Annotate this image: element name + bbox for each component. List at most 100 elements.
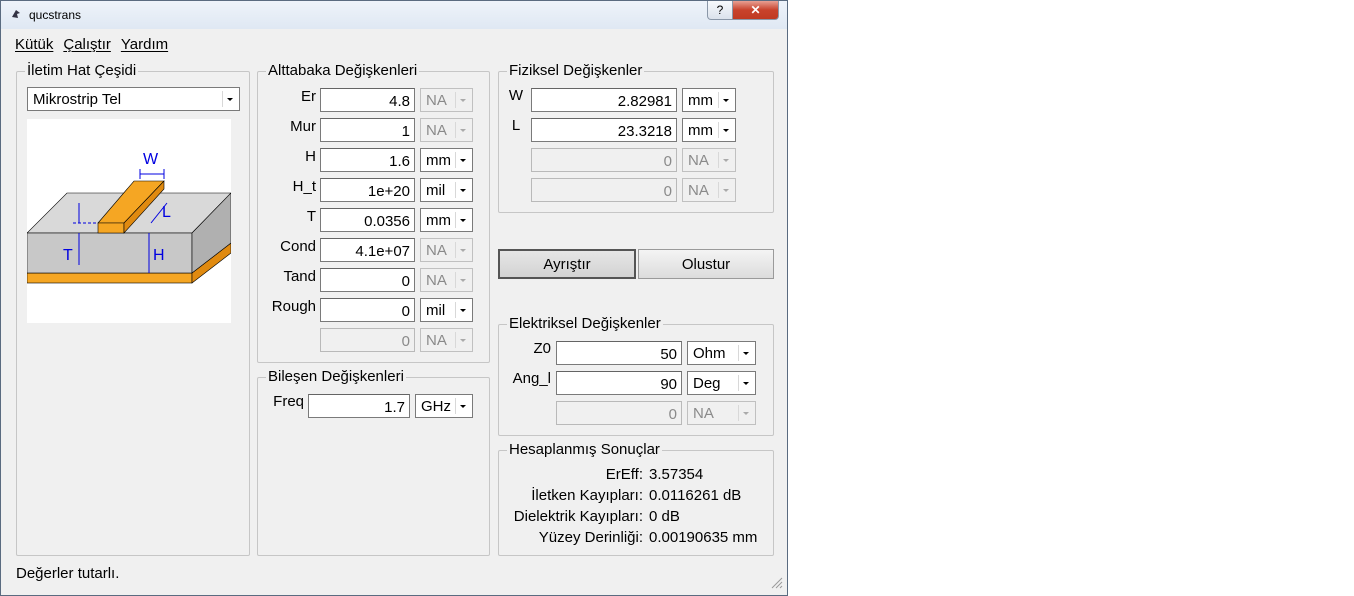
er-input[interactable]: 4.8 bbox=[320, 88, 415, 112]
component-title: Bileşen Değişkenleri bbox=[266, 368, 406, 385]
t-unit-select[interactable]: mm bbox=[420, 208, 473, 232]
physical-extra-unit-1-value: NA bbox=[688, 152, 709, 169]
h-t-unit-select[interactable]: mil bbox=[420, 178, 473, 202]
result-label-conductor-loss: İletken Kayıpları: bbox=[531, 487, 643, 504]
physical-extra-unit-1: NA bbox=[682, 148, 736, 172]
h-unit-select[interactable]: mm bbox=[420, 148, 473, 172]
line-type-group: İletim Hat Çeşidi Mikrostrip Tel W L T H bbox=[16, 62, 250, 556]
chevron-down-icon bbox=[455, 212, 470, 228]
window-title: qucstrans bbox=[29, 8, 82, 22]
results-title: Hesaplanmış Sonuçlar bbox=[507, 441, 662, 458]
line-type-value: Mikrostrip Tel bbox=[33, 91, 122, 108]
h-unit: mm bbox=[426, 152, 451, 169]
result-label-skin-depth: Yüzey Derinliği: bbox=[538, 529, 643, 546]
title-bar[interactable]: qucstrans ? ✕ bbox=[1, 1, 787, 29]
help-button[interactable]: ? bbox=[707, 1, 733, 20]
mur-unit-select: NA bbox=[420, 118, 473, 142]
label-mur: Mur bbox=[290, 118, 316, 135]
diagram-label-t: T bbox=[63, 247, 73, 264]
label-er: Er bbox=[301, 88, 316, 105]
rough-input[interactable]: 0 bbox=[320, 298, 415, 322]
physical-group: Fiziksel Değişkenler W 2.82981 mm L 23.3… bbox=[498, 62, 774, 213]
app-window: qucstrans ? ✕ Kütük Çalıştır Yardım İlet… bbox=[0, 0, 788, 596]
chevron-down-icon bbox=[718, 182, 733, 198]
chevron-down-icon bbox=[455, 182, 470, 198]
microstrip-diagram: W L T H bbox=[27, 119, 231, 323]
h-input[interactable]: 1.6 bbox=[320, 148, 415, 172]
cond-unit: NA bbox=[426, 242, 447, 259]
z0-unit-select[interactable]: Ohm bbox=[687, 341, 756, 365]
w-unit: mm bbox=[688, 92, 713, 109]
label-tand: Tand bbox=[283, 268, 316, 285]
label-freq: Freq bbox=[273, 393, 304, 410]
z0-input[interactable]: 50 bbox=[556, 341, 682, 365]
t-input[interactable]: 0.0356 bbox=[320, 208, 415, 232]
app-icon bbox=[12, 10, 20, 18]
tand-input[interactable]: 0 bbox=[320, 268, 415, 292]
synthesize-button[interactable]: Olustur bbox=[638, 249, 774, 279]
h-t-unit: mil bbox=[426, 182, 446, 199]
result-value-ereff: 3.57354 bbox=[649, 466, 704, 483]
diagram-label-w: W bbox=[143, 151, 159, 168]
chevron-down-icon bbox=[738, 375, 753, 391]
result-label-ereff: ErEff: bbox=[605, 466, 643, 483]
l-unit-select[interactable]: mm bbox=[682, 118, 736, 142]
mur-input[interactable]: 1 bbox=[320, 118, 415, 142]
line-type-title: İletim Hat Çeşidi bbox=[25, 62, 139, 79]
rough-unit-select[interactable]: mil bbox=[420, 298, 473, 322]
label-ang-l: Ang_l bbox=[512, 370, 551, 387]
physical-extra-unit-2-value: NA bbox=[688, 182, 709, 199]
freq-unit: GHz bbox=[421, 398, 451, 415]
resize-grip-icon[interactable] bbox=[769, 575, 783, 589]
chevron-down-icon bbox=[455, 242, 470, 258]
label-l: L bbox=[511, 117, 521, 134]
chevron-down-icon bbox=[455, 122, 470, 138]
cond-unit-select: NA bbox=[420, 238, 473, 262]
rough-unit: mil bbox=[426, 302, 446, 319]
substrate-group: Alttabaka Değişkenleri Er 4.8 NA Mur 1 N… bbox=[257, 62, 490, 363]
menu-help[interactable]: Yardım bbox=[121, 36, 168, 53]
menu-bar: Kütük Çalıştır Yardım bbox=[15, 36, 168, 53]
er-unit: NA bbox=[426, 92, 447, 109]
menu-file[interactable]: Kütük bbox=[15, 36, 53, 53]
physical-extra-input-2: 0 bbox=[531, 178, 677, 202]
line-type-select[interactable]: Mikrostrip Tel bbox=[27, 87, 240, 111]
menu-run[interactable]: Çalıştır bbox=[63, 36, 111, 53]
chevron-down-icon bbox=[738, 405, 753, 421]
result-value-conductor-loss: 0.0116261 dB bbox=[649, 487, 742, 504]
result-value-skin-depth: 0.00190635 mm bbox=[649, 529, 758, 546]
electrical-extra-input: 0 bbox=[556, 401, 682, 425]
analyze-button[interactable]: Ayrıştır bbox=[498, 249, 636, 279]
mur-unit: NA bbox=[426, 122, 447, 139]
t-unit: mm bbox=[426, 212, 451, 229]
h-t-input[interactable]: 1e+20 bbox=[320, 178, 415, 202]
chevron-down-icon bbox=[455, 302, 470, 318]
w-unit-select[interactable]: mm bbox=[682, 88, 736, 112]
result-label-dielectric-loss: Dielektrik Kayıpları: bbox=[513, 508, 643, 525]
ang-l-input[interactable]: 90 bbox=[556, 371, 682, 395]
l-input[interactable]: 23.3218 bbox=[531, 118, 677, 142]
chevron-down-icon bbox=[718, 152, 733, 168]
ang-l-unit-select[interactable]: Deg bbox=[687, 371, 756, 395]
status-bar-text: Değerler tutarlı. bbox=[16, 565, 120, 582]
label-rough: Rough bbox=[271, 298, 316, 315]
electrical-extra-unit: NA bbox=[687, 401, 756, 425]
diagram-label-l: L bbox=[162, 204, 171, 221]
freq-input[interactable]: 1.7 bbox=[308, 394, 410, 418]
freq-unit-select[interactable]: GHz bbox=[415, 394, 473, 418]
extra-substrate-input: 0 bbox=[320, 328, 415, 352]
z0-unit: Ohm bbox=[693, 345, 726, 362]
l-unit: mm bbox=[688, 122, 713, 139]
w-input[interactable]: 2.82981 bbox=[531, 88, 677, 112]
physical-extra-unit-2: NA bbox=[682, 178, 736, 202]
close-button[interactable]: ✕ bbox=[733, 1, 779, 20]
chevron-down-icon bbox=[718, 122, 733, 138]
chevron-down-icon bbox=[455, 272, 470, 288]
physical-extra-input-1: 0 bbox=[531, 148, 677, 172]
component-group: Bileşen Değişkenleri Freq 1.7 GHz bbox=[257, 368, 490, 556]
cond-input[interactable]: 4.1e+07 bbox=[320, 238, 415, 262]
chevron-down-icon bbox=[455, 332, 470, 348]
ang-l-unit: Deg bbox=[693, 375, 721, 392]
label-t: T bbox=[306, 208, 316, 225]
label-z0: Z0 bbox=[533, 340, 551, 357]
